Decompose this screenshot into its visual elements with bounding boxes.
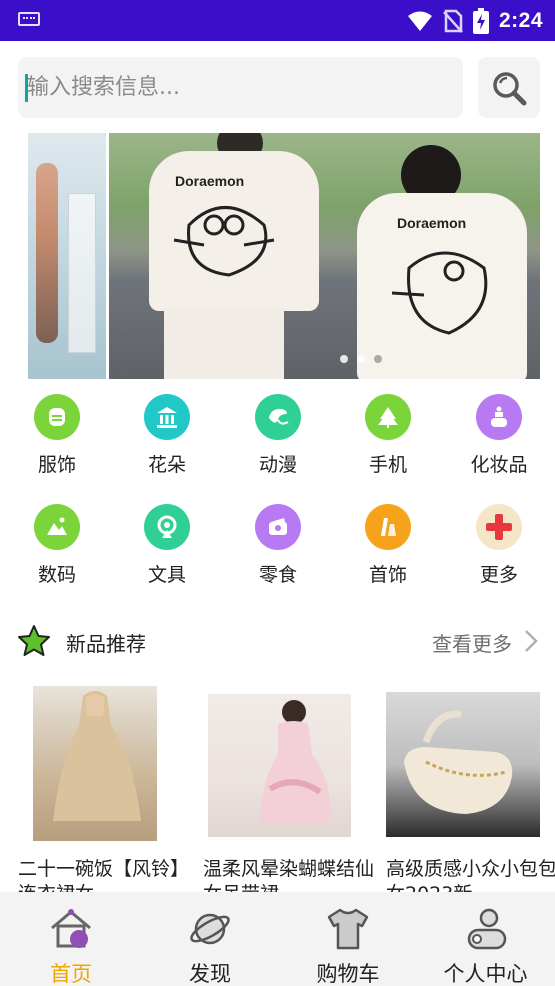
snack-icon [255, 504, 301, 550]
doraemon-face-drawing [391, 251, 488, 335]
category-jewelry[interactable]: 首饰 [343, 504, 433, 594]
search-icon [493, 71, 527, 105]
clock: 2:24 [498, 9, 543, 32]
category-stationery[interactable]: 文具 [122, 504, 212, 594]
category-digital[interactable]: 数码 [12, 504, 102, 594]
anime-icon [255, 394, 301, 440]
nav-label: 发现 [189, 962, 231, 986]
banner-slide-previous[interactable] [28, 133, 106, 379]
digital-icon [34, 504, 80, 550]
banner-shirt-print: Doraemon [397, 215, 467, 231]
product-card[interactable]: 高级质感小众小包包女2023新 [386, 686, 555, 892]
category-flowers[interactable]: 花朵 [122, 394, 212, 484]
product-image[interactable] [386, 692, 540, 837]
chevron-right-icon[interactable] [522, 628, 540, 654]
carousel-indicator [340, 355, 382, 363]
category-label: 手机 [368, 454, 407, 476]
home-icon [51, 909, 91, 948]
no-sim-icon [443, 9, 463, 33]
carousel-dot[interactable] [357, 355, 365, 363]
product-image[interactable] [208, 694, 351, 837]
nav-label: 购物车 [316, 962, 380, 986]
star-icon [18, 625, 50, 656]
product-card[interactable]: 二十一碗饭【风铃】连衣裙女 [18, 686, 190, 892]
jewelry-icon [365, 504, 411, 550]
category-anime[interactable]: 动漫 [233, 394, 323, 484]
banner-model-image [36, 163, 58, 343]
search-bar [18, 57, 463, 118]
profile-icon [467, 908, 506, 950]
nav-item-profile[interactable]: 个人中心 [416, 892, 555, 986]
category-cosmetics[interactable]: 化妆品 [454, 394, 544, 484]
product-name: 二十一碗饭【风铃】连衣裙女 [18, 858, 190, 892]
stationery-icon [144, 504, 190, 550]
banner-pants-image [164, 308, 284, 379]
category-label: 零食 [258, 564, 297, 586]
banner-poster-image [68, 193, 96, 353]
category-label: 服饰 [37, 454, 76, 476]
search-input[interactable] [27, 57, 447, 118]
category-phones[interactable]: 手机 [343, 394, 433, 484]
status-bar: 2:24 [0, 0, 555, 41]
category-snacks[interactable]: 零食 [233, 504, 323, 594]
category-label: 花朵 [147, 454, 186, 476]
status-icons: 2:24 [407, 6, 543, 36]
category-label: 更多 [479, 564, 518, 586]
category-more[interactable]: 更多 [454, 504, 544, 594]
category-label: 数码 [37, 564, 76, 586]
banner-carousel[interactable]: Doraemon Doraemon [28, 133, 540, 379]
flower-icon [144, 394, 190, 440]
nav-label: 首页 [50, 962, 92, 986]
nav-item-discover[interactable]: 发现 [140, 892, 280, 986]
more-plus-icon [476, 504, 522, 550]
category-label: 文具 [147, 564, 186, 586]
wifi-icon [407, 11, 432, 31]
search-button[interactable] [478, 57, 540, 118]
phone-icon [365, 394, 411, 440]
battery-charging-icon [472, 8, 489, 34]
view-more-link[interactable]: 查看更多 [432, 628, 512, 657]
bottom-navigation: 首页 发现 购物车 个人中心 [0, 892, 555, 986]
cosmetics-icon [476, 394, 522, 440]
category-label: 化妆品 [470, 454, 528, 476]
keyboard-icon [18, 12, 40, 26]
category-clothing[interactable]: 服饰 [12, 394, 102, 484]
nav-item-cart[interactable]: 购物车 [278, 892, 418, 986]
planet-icon [190, 913, 230, 945]
banner-shirt-print: Doraemon [175, 173, 245, 189]
product-name: 高级质感小众小包包女2023新 [386, 858, 555, 892]
tshirt-icon [327, 908, 369, 950]
product-card[interactable]: 温柔风晕染蝴蝶结仙女吊带裙 [203, 686, 375, 892]
doraemon-face-drawing [173, 206, 275, 277]
product-name: 温柔风晕染蝴蝶结仙女吊带裙 [203, 858, 375, 892]
banner-slide-current[interactable]: Doraemon Doraemon [109, 133, 540, 379]
nav-item-home[interactable]: 首页 [0, 892, 142, 986]
product-image[interactable] [33, 686, 157, 841]
nav-label: 个人中心 [443, 962, 528, 986]
clothing-icon [34, 394, 80, 440]
section-title: 新品推荐 [66, 632, 146, 656]
carousel-dot[interactable] [340, 355, 348, 363]
category-label: 首饰 [368, 564, 407, 586]
category-label: 动漫 [258, 454, 297, 476]
carousel-dot-active[interactable] [374, 355, 382, 363]
